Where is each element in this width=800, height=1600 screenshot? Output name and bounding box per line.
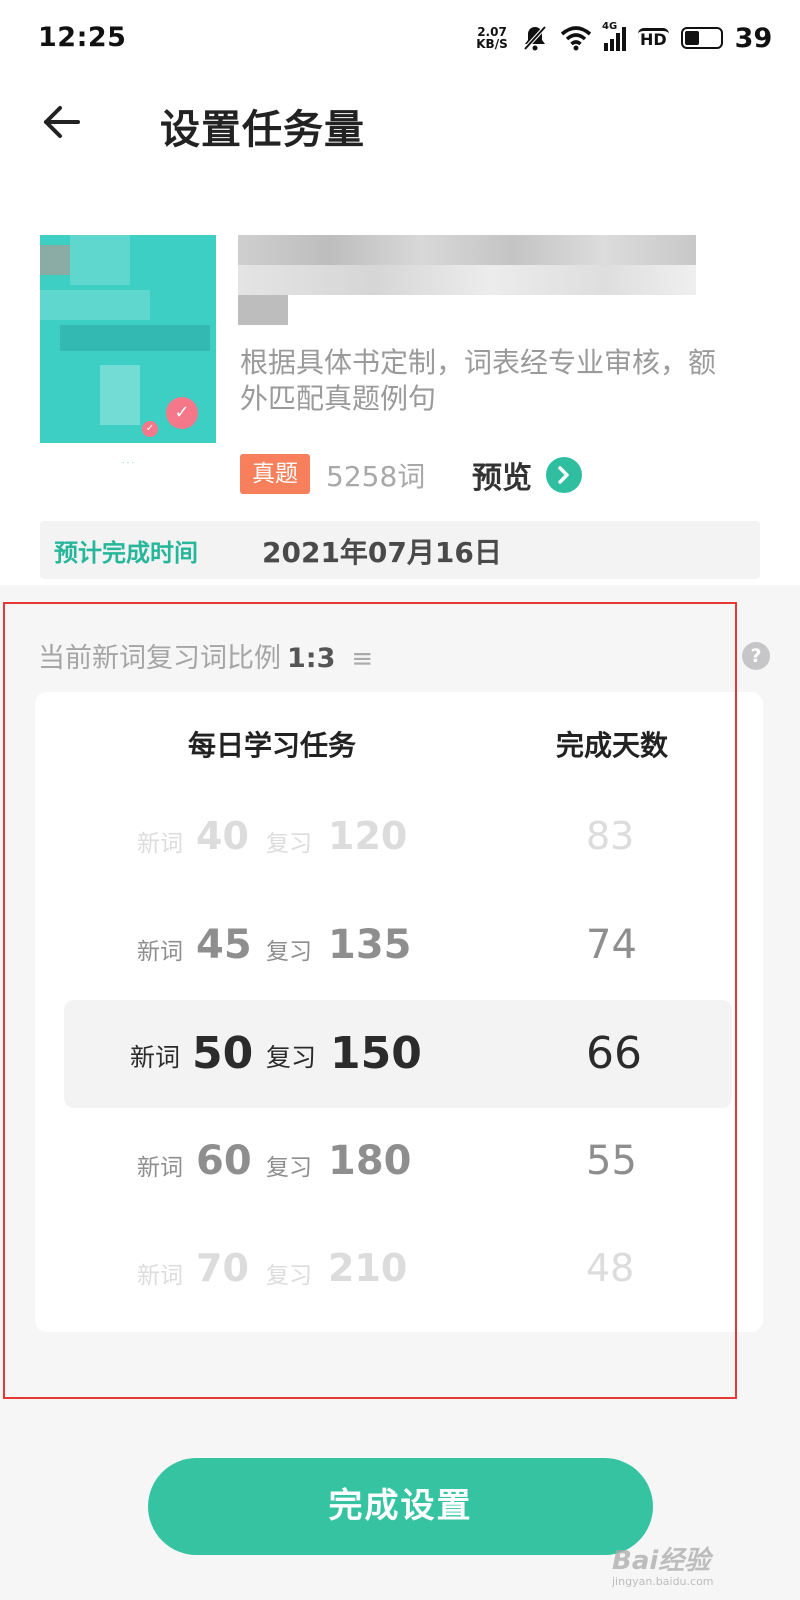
mute-bell-icon [523,25,547,51]
picker-row[interactable]: 新词 45 复习 135 74 [0,898,800,988]
menu-icon: ≡ [351,644,374,674]
status-time: 12:25 [38,22,127,53]
new-words-count: 50 [192,1028,254,1079]
review-words-label: 复习 [266,1043,317,1072]
column-header-task: 每日学习任务 [188,729,357,762]
review-words-count: 120 [328,814,408,858]
preview-button[interactable]: 预览 [472,453,582,497]
ratio-value: 1:3 [287,643,336,674]
signal-bar [610,39,614,51]
new-words-count: 45 [196,922,252,968]
battery-percent: 39 [734,22,773,54]
help-icon[interactable]: ? [742,642,770,670]
ratio-label: 当前新词复习词比例 [38,643,281,674]
days-count: 48 [586,1246,635,1290]
new-words-label: 新词 [130,1043,181,1072]
new-words-label: 新词 [137,1263,183,1289]
watermark-url: jingyan.baidu.com [612,1575,714,1588]
review-words-count: 210 [328,1246,408,1290]
chevron-right-icon [546,457,582,493]
preview-label: 预览 [472,461,532,496]
book-cover-image: ✓ ✓ · · · [40,235,216,473]
signal-bar [622,27,626,51]
heart-check-icon: ✓ [166,397,198,429]
hd-label: HD [640,29,667,49]
days-count: 66 [586,1028,642,1079]
review-words-label: 复习 [266,1263,312,1289]
new-words-count: 70 [196,1246,249,1290]
review-words-label: 复习 [266,1155,312,1181]
battery-icon [680,27,723,49]
days-count: 74 [586,922,637,968]
status-icons: 2.07 KB/S 4G HD 39 [474,18,774,58]
new-words-label: 新词 [137,1155,183,1181]
new-words-count: 60 [196,1138,252,1184]
review-words-count: 135 [328,922,412,968]
new-words-label: 新词 [137,939,183,965]
back-button[interactable] [36,96,88,148]
arrow-left-icon [44,106,80,138]
ratio-row[interactable]: 当前新词复习词比例 1:3 ≡ [38,636,373,675]
word-count: 5258词 [326,460,426,493]
page-title: 设置任务量 [160,107,365,153]
estimate-label: 预计完成时间 [54,539,198,567]
watermark-logo: Bai经验 [612,1546,711,1576]
book-title-redacted [238,235,708,327]
network-speed: 2.07 KB/S [474,26,510,50]
review-words-label: 复习 [266,939,312,965]
column-header-days: 完成天数 [556,729,669,762]
cover-footer: · · · [122,459,134,467]
signal-strength: 4G [602,21,626,51]
picker-row-selected[interactable]: 新词 50 复习 150 66 [0,1006,800,1096]
signal-bar [604,43,608,51]
new-words-label: 新词 [137,831,183,857]
baidu-watermark: Bai经验 jingyan.baidu.com [612,1540,762,1588]
cover-wave [40,443,216,473]
days-count: 55 [586,1138,637,1184]
battery-level [684,31,699,45]
review-words-count: 180 [328,1138,412,1184]
network-type-label: 4G [602,21,618,32]
new-words-count: 40 [196,814,249,858]
picker-row[interactable]: 新词 70 复习 210 48 [0,1222,800,1312]
review-words-count: 150 [330,1028,422,1079]
picker-row[interactable]: 新词 40 复习 120 83 [0,790,800,880]
estimate-date: 2021年07月16日 [262,536,502,569]
book-description: 根据具体书定制，词表经专业审核，额外匹配真题例句 [240,346,717,415]
review-words-label: 复习 [266,831,312,857]
wifi-icon [560,26,592,51]
hd-voice-icon: HD [638,27,669,49]
days-count: 83 [586,814,635,858]
picker-row[interactable]: 新词 60 复习 180 55 [0,1114,800,1204]
exam-tag-badge: 真题 [240,454,310,494]
signal-bar [616,33,620,51]
finish-setup-button[interactable]: 完成设置 [148,1458,653,1555]
heart-check-icon: ✓ [142,421,158,437]
network-speed-unit: KB/S [476,37,508,51]
status-bar: 12:25 2.07 KB/S 4G HD 39 [0,0,800,78]
